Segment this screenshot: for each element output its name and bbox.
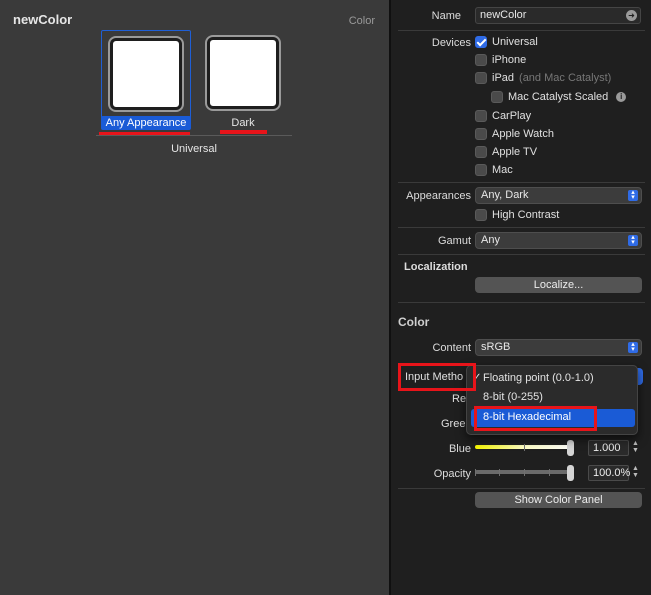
separator — [398, 30, 645, 31]
content-popup[interactable]: sRGB ▴ ▾ — [475, 339, 642, 356]
gamut-label: Gamut — [437, 235, 471, 247]
device-iphone[interactable]: iPhone — [475, 51, 526, 69]
localization-title: Localization — [404, 261, 468, 273]
device-label: Mac Catalyst Scaled — [508, 91, 609, 103]
checkbox-icon[interactable] — [475, 146, 487, 158]
opacity-value-field[interactable]: 100.0% — [588, 465, 630, 481]
device-mac-catalyst-scaled[interactable]: Mac Catalyst Scaled i — [491, 88, 627, 106]
slider-tick — [549, 469, 550, 476]
chevron-updown-icon: ▴ ▾ — [628, 234, 638, 246]
appearances-label: Appearances — [406, 190, 471, 202]
separator — [398, 254, 645, 255]
blue-label: Blue — [448, 443, 471, 455]
name-value: newColor — [480, 9, 527, 21]
appearances-value: Any, Dark — [481, 189, 529, 201]
blue-slider[interactable] — [475, 440, 574, 456]
device-mac[interactable]: Mac — [475, 161, 513, 179]
high-contrast-label: High Contrast — [492, 209, 560, 221]
checkbox-checked-icon[interactable] — [475, 36, 487, 48]
separator — [398, 227, 645, 228]
checkbox-icon[interactable] — [475, 164, 487, 176]
group-divider — [96, 135, 292, 136]
arrow-right-icon[interactable]: ➜ — [626, 10, 637, 21]
green-label: Gree — [441, 418, 466, 430]
checkbox-icon[interactable] — [475, 54, 487, 66]
device-label: iPhone — [492, 54, 527, 66]
info-icon[interactable]: i — [616, 92, 627, 102]
checkbox-icon[interactable] — [475, 72, 487, 84]
chevron-updown-icon: ▴ ▾ — [628, 341, 638, 353]
device-carplay[interactable]: CarPlay — [475, 107, 531, 125]
opacity-slider[interactable] — [475, 465, 574, 481]
chevron-updown-icon: ▴ ▾ — [628, 189, 638, 201]
device-label: Apple Watch — [492, 128, 554, 140]
annotation-box — [398, 363, 476, 391]
opacity-label: Opacity — [433, 468, 471, 480]
slider-tick — [499, 469, 500, 476]
blue-value-field[interactable]: 1.000 — [588, 440, 629, 456]
devices-label: Devices — [431, 37, 471, 49]
menu-item-floating-point[interactable]: ✓ Floating point (0.0-1.0) — [471, 370, 635, 388]
name-label: Name — [431, 10, 461, 22]
dark-appearance-slot[interactable] — [199, 30, 289, 120]
show-color-panel-button[interactable]: Show Color Panel — [475, 492, 642, 508]
annotation-box — [474, 406, 597, 431]
slider-tick — [475, 469, 476, 476]
red-label: Re — [452, 393, 467, 405]
attributes-inspector: Name newColor ➜ Devices Universal iPhone… — [391, 0, 651, 595]
localize-button[interactable]: Localize... — [475, 277, 642, 293]
checkbox-icon[interactable] — [475, 128, 487, 140]
content-label: Content — [432, 342, 471, 354]
menu-item-label: 8-bit (0-255) — [483, 391, 543, 403]
device-apple-watch[interactable]: Apple Watch — [475, 125, 554, 143]
any-appearance-slot[interactable] — [101, 30, 191, 120]
device-label: Universal — [492, 36, 538, 48]
blue-stepper-icon[interactable]: ▲ ▼ — [632, 440, 640, 455]
opacity-slider-knob[interactable] — [567, 465, 574, 481]
group-label: Universal — [171, 143, 217, 155]
opacity-stepper-icon[interactable]: ▲ ▼ — [632, 465, 640, 480]
device-ipad[interactable]: iPad (and Mac Catalyst) — [475, 69, 611, 87]
any-appearance-swatch[interactable] — [110, 38, 182, 110]
high-contrast-checkbox[interactable]: High Contrast — [475, 206, 559, 224]
asset-canvas: newColor Color Any Appearance Dark Unive… — [0, 0, 389, 595]
device-label: Apple TV — [492, 146, 538, 158]
device-label: CarPlay — [492, 110, 532, 122]
gamut-value: Any — [481, 234, 500, 246]
annotation-underline — [220, 130, 267, 134]
dark-appearance-label[interactable]: Dark — [199, 117, 287, 129]
appearances-popup[interactable]: Any, Dark ▴ ▾ — [475, 187, 642, 204]
separator — [398, 182, 645, 183]
checkbox-icon[interactable] — [475, 209, 487, 221]
checkbox-icon[interactable] — [475, 110, 487, 122]
separator — [398, 488, 645, 489]
blue-slider-knob[interactable] — [567, 440, 574, 456]
separator — [398, 302, 645, 303]
gamut-popup[interactable]: Any ▴ ▾ — [475, 232, 642, 249]
color-section-title: Color — [398, 315, 430, 329]
content-value: sRGB — [481, 341, 511, 353]
menu-item-label: Floating point (0.0-1.0) — [483, 372, 594, 384]
device-note: (and Mac Catalyst) — [519, 72, 612, 84]
color-set-title: newColor — [13, 12, 73, 27]
name-row: Name newColor ➜ — [391, 6, 651, 26]
slider-tick — [524, 444, 525, 451]
dark-appearance-swatch[interactable] — [207, 37, 279, 109]
menu-item-8bit[interactable]: 8-bit (0-255) — [471, 389, 635, 407]
device-universal[interactable]: Universal — [475, 33, 538, 51]
device-label: iPad — [492, 72, 515, 84]
any-appearance-label[interactable]: Any Appearance — [101, 116, 191, 130]
slider-tick — [524, 469, 525, 476]
device-apple-tv[interactable]: Apple TV — [475, 143, 537, 161]
name-field[interactable]: newColor ➜ — [475, 7, 641, 24]
checkbox-icon[interactable] — [491, 91, 503, 103]
asset-kind-label: Color — [348, 15, 375, 27]
device-label: Mac — [492, 164, 513, 176]
